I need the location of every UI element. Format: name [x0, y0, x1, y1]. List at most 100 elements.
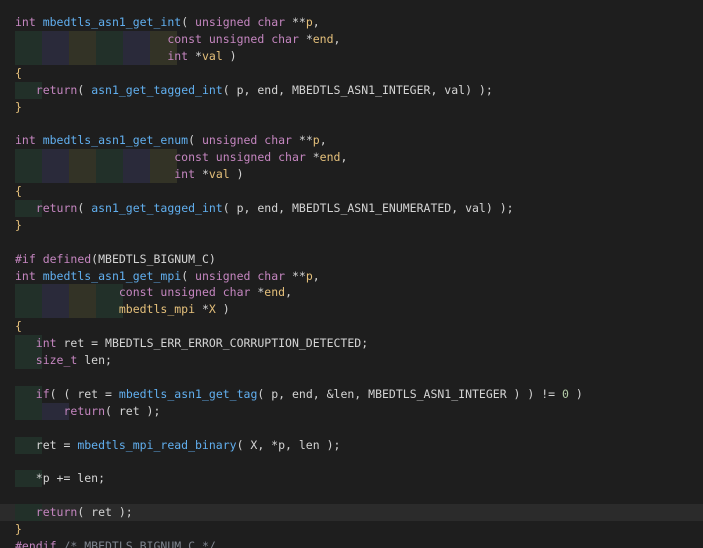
- code-line[interactable]: #endif /* MBEDTLS_BIGNUM_C */: [0, 538, 703, 548]
- code-token: **: [291, 15, 306, 29]
- code-line[interactable]: return( ret );: [0, 504, 703, 522]
- code-line[interactable]: return( asn1_get_tagged_int( p, end, MBE…: [0, 81, 703, 99]
- code-editor[interactable]: int mbedtls_asn1_get_int( unsigned char …: [0, 0, 703, 548]
- code-token: size_t: [35, 353, 85, 367]
- code-token: unsigned: [195, 15, 258, 29]
- code-token: ): [568, 386, 583, 401]
- code-token: end: [319, 150, 341, 165]
- code-line[interactable]: }: [0, 521, 703, 538]
- code-line[interactable]: }: [0, 217, 703, 234]
- code-line[interactable]: int mbedtls_asn1_get_mpi( unsigned char …: [0, 268, 703, 285]
- code-text: #endif /* MBEDTLS_BIGNUM_C */: [15, 538, 216, 548]
- code-line[interactable]: *p += len;: [0, 470, 703, 488]
- code-token: unsigned: [215, 150, 279, 165]
- code-token: p: [305, 268, 313, 283]
- code-text: const unsigned char *end,: [15, 31, 340, 48]
- code-line[interactable]: const unsigned char *end,: [0, 30, 703, 48]
- code-token: unsigned: [208, 31, 272, 46]
- code-text: size_t len;: [15, 352, 112, 369]
- code-text: #if defined(MBEDTLS_BIGNUM_C): [15, 251, 216, 268]
- code-line[interactable]: mbedtls_mpi *X ): [0, 301, 703, 319]
- code-text: int mbedtls_asn1_get_mpi( unsigned char …: [15, 268, 320, 285]
- code-line[interactable]: return( asn1_get_tagged_int( p, end, MBE…: [0, 199, 703, 217]
- code-token: char: [271, 31, 306, 46]
- code-token: if: [35, 386, 50, 401]
- code-token: asn1_get_tagged_int: [91, 82, 223, 97]
- code-text: int mbedtls_asn1_get_enum( unsigned char…: [15, 132, 327, 149]
- code-line[interactable]: const unsigned char *end,: [0, 284, 703, 302]
- code-line[interactable]: #if defined(MBEDTLS_BIGNUM_C): [0, 251, 703, 268]
- code-text: int *val ): [15, 166, 244, 183]
- code-text: ret = mbedtls_mpi_read_binary( X, *p, le…: [15, 437, 341, 454]
- code-line[interactable]: int *val ): [0, 166, 703, 184]
- code-token: const: [174, 150, 216, 165]
- code-line[interactable]: [0, 369, 703, 386]
- code-text: return( asn1_get_tagged_int( p, end, MBE…: [15, 200, 514, 217]
- code-token: /* MBEDTLS_BIGNUM_C */: [63, 538, 216, 548]
- code-token: int: [15, 15, 43, 29]
- code-line[interactable]: [0, 487, 703, 504]
- code-line[interactable]: {: [0, 318, 703, 335]
- code-token: }: [15, 522, 22, 536]
- code-line[interactable]: [0, 115, 703, 132]
- code-token: {: [15, 184, 22, 198]
- code-token: *: [201, 302, 209, 317]
- code-token: *: [305, 31, 313, 46]
- code-text: int mbedtls_asn1_get_int( unsigned char …: [15, 14, 320, 31]
- code-token: ,: [312, 15, 320, 29]
- code-text: return( asn1_get_tagged_int( p, end, MBE…: [15, 82, 493, 99]
- code-token: unsigned: [201, 133, 265, 148]
- code-line[interactable]: [0, 234, 703, 251]
- code-text: {: [15, 65, 22, 82]
- code-text: }: [15, 521, 22, 538]
- code-line[interactable]: if( ( ret = mbedtls_asn1_get_tag( p, end…: [0, 385, 703, 403]
- code-token: p: [305, 15, 313, 29]
- code-token: (: [77, 82, 92, 97]
- code-line[interactable]: size_t len;: [0, 352, 703, 369]
- code-token: ret =: [15, 437, 78, 452]
- code-token: ret = MBEDTLS_ERR_ERROR_CORRUPTION_DETEC…: [63, 336, 369, 351]
- code-token: char: [257, 15, 292, 29]
- code-line[interactable]: int mbedtls_asn1_get_int( unsigned char …: [0, 14, 703, 31]
- code-text: return( ret );: [15, 403, 160, 420]
- code-token: ): [222, 48, 237, 63]
- code-token: char: [264, 133, 299, 148]
- code-line[interactable]: }: [0, 99, 703, 116]
- code-token: X: [208, 302, 216, 317]
- code-line[interactable]: const unsigned char *end,: [0, 149, 703, 167]
- code-token: char: [222, 285, 258, 300]
- code-line[interactable]: [0, 453, 703, 470]
- code-line[interactable]: {: [0, 65, 703, 82]
- code-token: return: [35, 82, 78, 97]
- code-token: {: [15, 319, 22, 334]
- code-token: *: [312, 150, 320, 165]
- code-token: unsigned: [160, 285, 223, 300]
- code-line[interactable]: int *val ): [0, 47, 703, 65]
- code-line[interactable]: int ret = MBEDTLS_ERR_ERROR_CORRUPTION_D…: [0, 335, 703, 353]
- code-text: }: [15, 99, 22, 116]
- code-token: ( ( ret =: [49, 386, 119, 401]
- code-token: mbedtls_mpi_read_binary: [77, 437, 237, 452]
- code-text: const unsigned char *end,: [15, 149, 347, 166]
- code-text: int *val ): [15, 48, 237, 65]
- code-token: }: [15, 217, 22, 232]
- code-token: int: [15, 268, 43, 283]
- code-token: ,: [312, 268, 320, 283]
- code-line[interactable]: {: [0, 183, 703, 200]
- code-line[interactable]: int mbedtls_asn1_get_enum( unsigned char…: [0, 132, 703, 149]
- code-line[interactable]: ret = mbedtls_mpi_read_binary( X, *p, le…: [0, 436, 703, 454]
- code-token: (: [77, 200, 92, 215]
- code-token: }: [15, 99, 22, 114]
- code-token: ( p, end, MBEDTLS_ASN1_ENUMERATED, val) …: [222, 200, 514, 215]
- code-line[interactable]: return( ret );: [0, 402, 703, 420]
- code-token: (: [181, 268, 196, 283]
- code-token: ): [229, 167, 244, 182]
- code-line[interactable]: [0, 420, 703, 437]
